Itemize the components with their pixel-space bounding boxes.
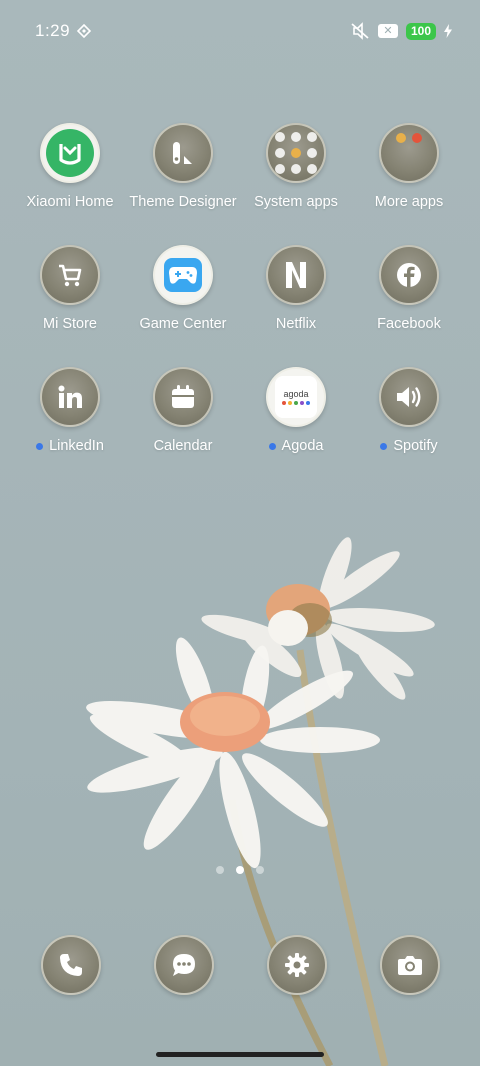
app-facebook[interactable]: Facebook <box>352 245 466 332</box>
app-theme-designer[interactable]: Theme Designer <box>126 123 240 210</box>
dock-settings[interactable] <box>267 935 327 995</box>
charging-bolt-icon <box>444 24 452 38</box>
app-label: System apps <box>254 194 338 210</box>
status-time: 1:29 <box>35 21 71 40</box>
new-install-dot <box>36 442 44 450</box>
page-indicator <box>0 866 480 874</box>
app-linkedin[interactable]: LinkedIn <box>13 367 127 454</box>
page-dot[interactable] <box>256 866 264 874</box>
app-label: Netflix <box>275 316 317 332</box>
phone-icon <box>60 954 82 976</box>
page-dot-current[interactable] <box>236 866 244 874</box>
xiaomi-home-icon <box>40 123 100 183</box>
camera-icon <box>398 956 422 975</box>
app-label: Spotify <box>393 438 438 454</box>
new-install-dot <box>268 442 276 450</box>
app-label: Calendar <box>153 438 213 454</box>
no-sim-icon: ✕ <box>377 24 398 38</box>
gamepad-icon <box>153 245 213 305</box>
speaker-icon <box>379 367 439 427</box>
agoda-logo-text: agoda <box>283 389 309 399</box>
theme-designer-icon <box>153 123 213 183</box>
dock-phone[interactable] <box>41 935 101 995</box>
app-calendar[interactable]: Calendar <box>126 367 240 454</box>
new-install-dot <box>380 442 388 450</box>
mute-vibrate-icon <box>351 22 369 40</box>
app-xiaomi-home[interactable]: Xiaomi Home <box>13 123 127 210</box>
facebook-icon <box>379 245 439 305</box>
linkedin-icon <box>40 367 100 427</box>
app-label: Theme Designer <box>129 194 237 210</box>
dock-camera[interactable] <box>380 935 440 995</box>
app-label: LinkedIn <box>49 438 104 454</box>
agoda-icon: agoda <box>266 367 326 427</box>
app-mi-store[interactable]: Mi Store <box>13 245 127 332</box>
app-game-center[interactable]: Game Center <box>126 245 240 332</box>
app-label: Facebook <box>377 316 441 332</box>
folder-more-apps[interactable]: More apps <box>352 123 466 210</box>
folder-system-apps[interactable]: System apps <box>239 123 353 210</box>
app-netflix[interactable]: Netflix <box>239 245 353 332</box>
folder-icon <box>379 123 439 183</box>
app-label: Xiaomi Home <box>26 194 114 210</box>
settings-icon <box>285 953 309 977</box>
app-agoda[interactable]: agoda Agoda <box>239 367 353 454</box>
app-label: More apps <box>374 194 444 210</box>
app-spotify[interactable]: Spotify <box>352 367 466 454</box>
battery-indicator: 100 <box>405 22 436 40</box>
app-label: Game Center <box>139 316 227 332</box>
sync-diamond-icon <box>77 24 91 38</box>
messages-icon <box>173 954 195 976</box>
calendar-icon <box>153 367 213 427</box>
app-label: Agoda <box>281 438 324 454</box>
home-indicator-bar[interactable] <box>156 1052 324 1057</box>
cart-icon <box>40 245 100 305</box>
page-dot[interactable] <box>216 866 224 874</box>
app-label: Mi Store <box>43 316 97 332</box>
folder-icon <box>266 123 326 183</box>
dock-messages[interactable] <box>154 935 214 995</box>
netflix-icon <box>266 245 326 305</box>
status-bar: 1:29 ✕ 100 <box>0 0 480 62</box>
